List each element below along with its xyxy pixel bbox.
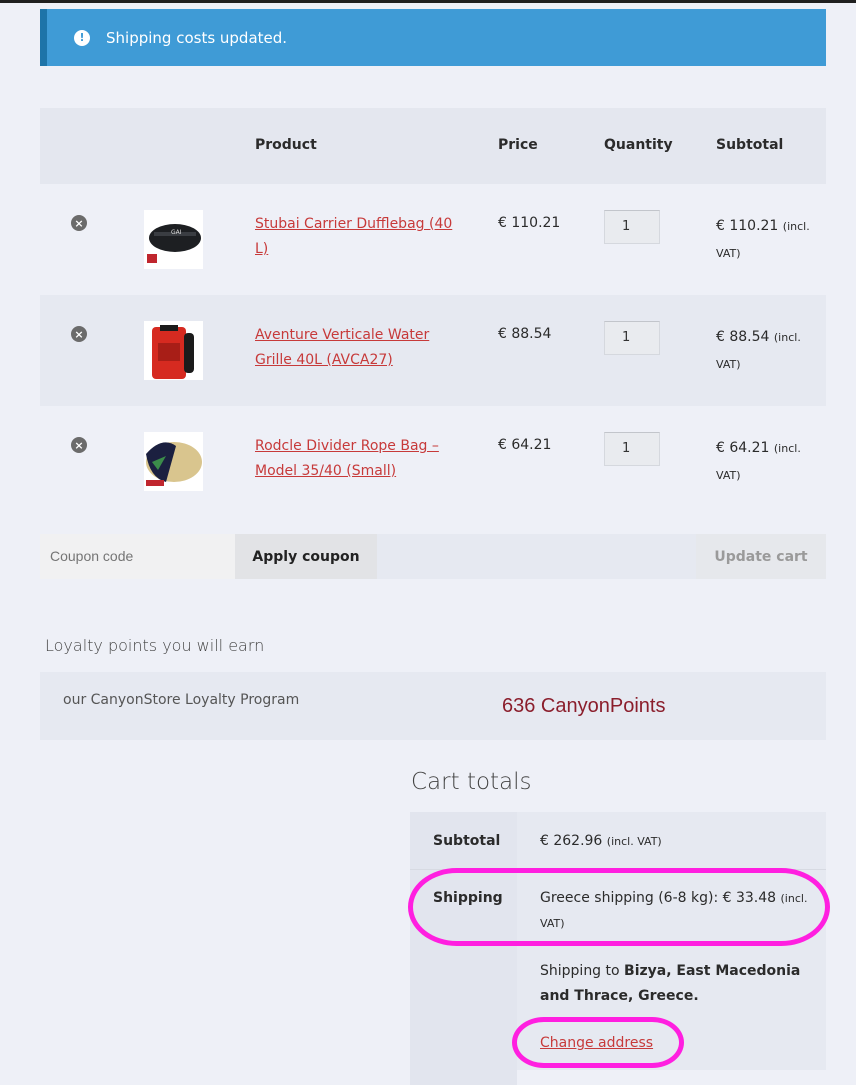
totals-label-column: [410, 812, 517, 1085]
remove-item-icon[interactable]: ×: [71, 437, 87, 453]
duffle-bag-icon: GAI: [144, 210, 203, 269]
quantity-input[interactable]: 1: [604, 432, 660, 466]
svg-text:GAI: GAI: [171, 229, 182, 236]
cart-table-header: Product Price Quantity Subtotal: [40, 108, 826, 184]
exclamation-icon: !: [74, 29, 90, 46]
notice-message: Shipping costs updated.: [106, 28, 288, 47]
product-link[interactable]: Stubai Carrier Dufflebag (40 L): [255, 212, 455, 262]
product-link[interactable]: Rodcle Divider Rope Bag – Model 35/40 (S…: [255, 434, 455, 484]
loyalty-box: our CanyonStore Loyalty Program 636 Cany…: [40, 672, 826, 740]
item-subtotal-value: € 110.21: [716, 218, 779, 234]
item-subtotal-value: € 88.54: [716, 329, 770, 345]
item-subtotal-value: € 64.21: [716, 440, 770, 456]
loyalty-title: Loyalty points you will earn: [45, 636, 265, 655]
item-subtotal: € 110.21 (incl. VAT): [716, 213, 816, 267]
backpack-icon: [144, 321, 203, 380]
change-address-highlight-circle: [512, 1017, 684, 1068]
loyalty-program-label: our CanyonStore Loyalty Program: [63, 692, 300, 708]
item-price: € 110.21: [498, 215, 561, 231]
cart-row: × Rodcle Divider Rope Bag – Model 35/40 …: [40, 406, 826, 517]
header-product: Product: [255, 137, 317, 153]
cart-table: Product Price Quantity Subtotal × GAI St…: [40, 108, 826, 579]
shipping-to-prefix: Shipping to: [540, 963, 620, 979]
header-subtotal: Subtotal: [716, 137, 784, 153]
coupon-code-input[interactable]: [40, 534, 235, 579]
cart-row: × Aventure Verticale Water Grille 40L (A…: [40, 295, 826, 406]
quantity-input[interactable]: 1: [604, 321, 660, 355]
header-price: Price: [498, 137, 538, 153]
product-thumbnail[interactable]: [144, 432, 203, 491]
product-thumbnail[interactable]: GAI: [144, 210, 203, 269]
shipping-highlight-circle: [408, 868, 830, 946]
subtotal-amount: € 262.96: [540, 833, 603, 849]
item-price: € 64.21: [498, 437, 552, 453]
header-quantity: Quantity: [604, 137, 673, 153]
top-border: [0, 0, 856, 3]
cart-row: × GAI Stubai Carrier Dufflebag (40 L) € …: [40, 184, 826, 295]
item-price: € 88.54: [498, 326, 552, 342]
subtotal-label: Subtotal: [433, 833, 501, 849]
product-link[interactable]: Aventure Verticale Water Grille 40L (AVC…: [255, 323, 455, 373]
item-subtotal: € 64.21 (incl. VAT): [716, 435, 816, 489]
rope-bag-icon: [144, 432, 203, 491]
cart-totals-title: Cart totals: [411, 769, 532, 795]
update-cart-button[interactable]: Update cart: [696, 534, 826, 579]
cart-actions: Apply coupon Update cart: [40, 534, 826, 579]
shipping-destination: Shipping to Bizya, East Macedonia and Th…: [540, 959, 810, 1009]
quantity-input[interactable]: 1: [604, 210, 660, 244]
apply-coupon-button[interactable]: Apply coupon: [235, 534, 377, 579]
remove-item-icon[interactable]: ×: [71, 215, 87, 231]
remove-item-icon[interactable]: ×: [71, 326, 87, 342]
subtotal-value: € 262.96 (incl. VAT): [540, 829, 810, 854]
loyalty-points-value: 636 CanyonPoints: [502, 695, 666, 717]
vat-note: (incl. VAT): [606, 835, 662, 848]
product-thumbnail[interactable]: [144, 321, 203, 380]
shipping-notice: ! Shipping costs updated.: [40, 9, 826, 66]
item-subtotal: € 88.54 (incl. VAT): [716, 324, 816, 378]
